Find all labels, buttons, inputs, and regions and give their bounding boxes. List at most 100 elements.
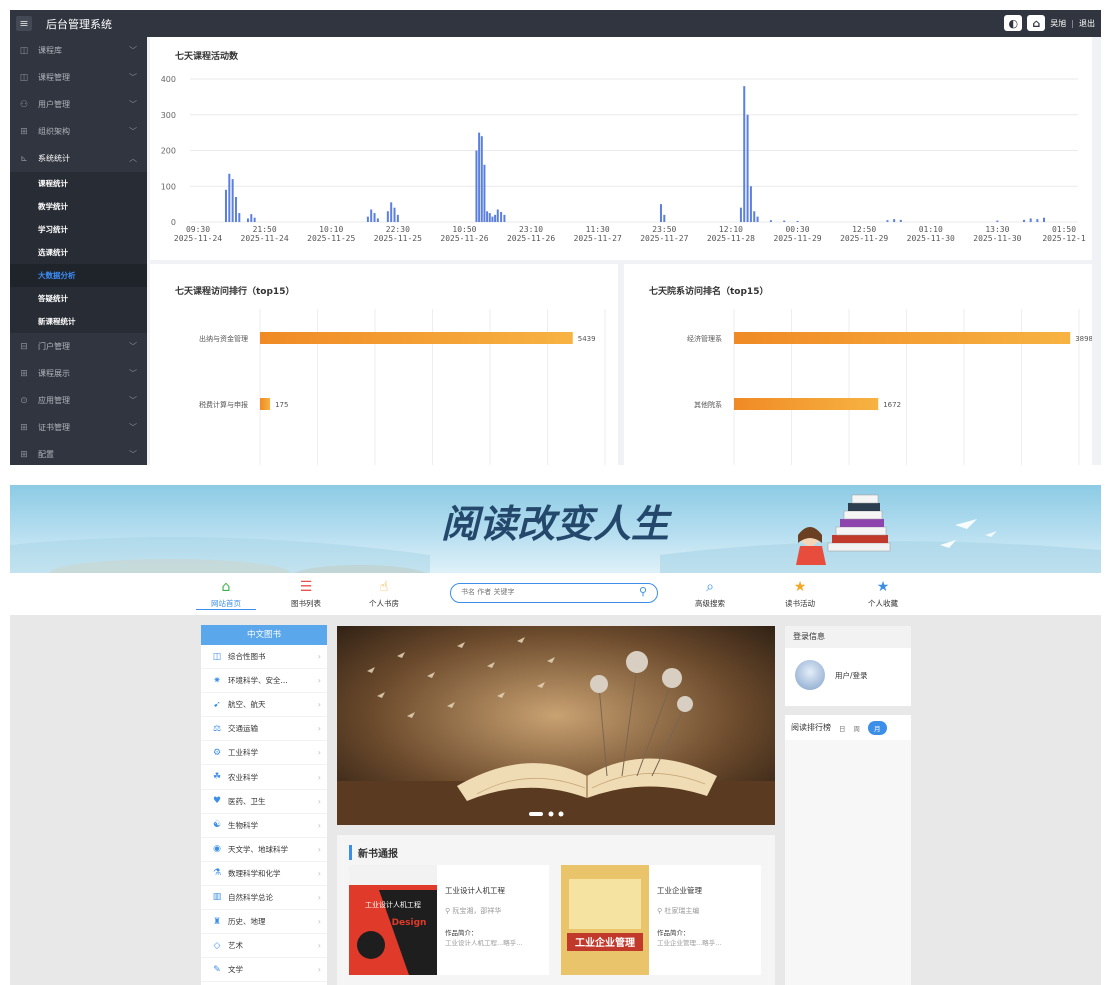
search-box[interactable]: ⚲	[450, 583, 658, 603]
activity-bar[interactable]	[769, 220, 772, 222]
activity-bar[interactable]	[1029, 218, 1032, 222]
activity-bar[interactable]	[783, 220, 786, 222]
sidebar-subitem[interactable]: 新课程统计	[10, 310, 147, 333]
category-item[interactable]: ✷ 环境科学、安全... ›	[201, 669, 327, 694]
category-header[interactable]: 中文图书	[201, 625, 327, 645]
search-icon[interactable]: ⚲	[639, 585, 647, 598]
sidebar-subitem[interactable]: 答疑统计	[10, 287, 147, 310]
sidebar-item[interactable]: ⚇ 用户管理 ﹀	[10, 91, 147, 118]
sidebar-item[interactable]: ◫ 课程库 ﹀	[10, 37, 147, 64]
activity-bar[interactable]	[996, 220, 999, 222]
sidebar-subitem[interactable]: 大数据分析	[10, 264, 147, 287]
activity-bar[interactable]	[386, 211, 389, 222]
sidebar-subitem[interactable]: 学习统计	[10, 218, 147, 241]
activity-bar[interactable]	[234, 196, 237, 222]
nav-item[interactable]: ★ 读书活动	[770, 579, 830, 609]
activity-bar[interactable]	[238, 213, 241, 222]
category-item[interactable]: ⚙ 工业科学 ›	[201, 741, 327, 766]
category-item[interactable]: ⚗ 数理科学和化学 ›	[201, 862, 327, 886]
activity-bar[interactable]	[753, 211, 756, 222]
rank-bar[interactable]	[734, 398, 879, 410]
category-item[interactable]: ✎ 文学 ›	[201, 958, 327, 983]
activity-bar[interactable]	[250, 214, 253, 222]
activity-bar[interactable]	[899, 219, 902, 222]
sidebar-item[interactable]: ⊞ 配置 ﹀	[10, 441, 147, 465]
activity-bar[interactable]	[886, 220, 889, 222]
nav-item[interactable]: ☰ 图书列表	[276, 579, 336, 609]
activity-bar[interactable]	[475, 150, 478, 223]
activity-bar[interactable]	[478, 132, 481, 222]
category-item[interactable]: ⚖ 交通运输 ›	[201, 717, 327, 742]
activity-bar[interactable]	[373, 213, 376, 222]
book-card[interactable]: 工业企业管理 工业企业管理 ⚲ 杜家瑞主编 作品简介： 工业企业管理...略乎.…	[561, 865, 761, 975]
activity-bar[interactable]	[483, 164, 486, 222]
category-item[interactable]: ◉ 天文学、地球科学 ›	[201, 838, 327, 862]
activity-bar[interactable]	[396, 214, 399, 222]
ranking-tab[interactable]: 日	[839, 723, 846, 733]
category-item[interactable]: ▥ 自然科学总论 ›	[201, 886, 327, 911]
book-cover[interactable]: 工业设计人机工程 Design	[349, 865, 437, 975]
category-item[interactable]: ☯ 生物科学 ›	[201, 814, 327, 838]
book-card[interactable]: 工业设计人机工程 Design 工业设计人机工程 ⚲ 阮宝湘，邵祥华 作品简介：…	[349, 865, 549, 975]
rank-bar[interactable]	[260, 332, 573, 344]
activity-bar[interactable]	[893, 219, 896, 222]
category-item[interactable]: ➹ 航空、航天 ›	[201, 693, 327, 718]
sidebar-item[interactable]: ◫ 课程管理 ﹀	[10, 64, 147, 91]
ranking-tab[interactable]: 月	[868, 720, 887, 735]
activity-bar[interactable]	[1023, 219, 1026, 222]
activity-bar[interactable]	[746, 114, 749, 222]
theme-icon[interactable]: ◐	[1004, 15, 1023, 31]
sidebar-item[interactable]: ⊞ 课程展示 ﹀	[10, 360, 147, 387]
sidebar-subitem[interactable]: 选课统计	[10, 241, 147, 264]
activity-bar[interactable]	[494, 214, 497, 222]
carousel[interactable]	[337, 626, 775, 825]
activity-bar[interactable]	[503, 214, 506, 222]
activity-bar[interactable]	[231, 179, 234, 222]
activity-bar[interactable]	[228, 173, 231, 222]
user-name[interactable]: 吴旭	[1050, 18, 1066, 29]
avatar[interactable]	[795, 660, 825, 690]
activity-bar[interactable]	[739, 207, 742, 222]
category-item[interactable]: ♜ 历史、地理 ›	[201, 910, 327, 935]
menu-toggle-icon[interactable]: ≡	[16, 16, 32, 31]
sidebar-subitem[interactable]: 教学统计	[10, 195, 147, 218]
shirt-icon[interactable]: ⌂	[1027, 15, 1046, 31]
activity-bar[interactable]	[500, 211, 503, 222]
search-input[interactable]	[461, 588, 621, 596]
carousel-dot-active[interactable]	[529, 812, 543, 816]
activity-bar[interactable]	[756, 216, 759, 222]
activity-bar[interactable]	[486, 211, 489, 222]
nav-item[interactable]: ★ 个人收藏	[853, 579, 913, 609]
book-cover[interactable]: 工业企业管理	[561, 865, 649, 975]
sidebar-item[interactable]: ⊾ 系统统计 ︿	[10, 145, 147, 172]
carousel-dot[interactable]	[558, 811, 564, 817]
rank-bar[interactable]	[734, 332, 1071, 344]
sidebar-item[interactable]: ⊞ 证书管理 ﹀	[10, 414, 147, 441]
activity-bar[interactable]	[749, 186, 752, 222]
book-title[interactable]: 工业设计人机工程	[445, 885, 505, 896]
category-item[interactable]: ☘ 农业科学 ›	[201, 765, 327, 790]
rank-bar[interactable]	[260, 398, 271, 410]
activity-bar[interactable]	[1036, 219, 1039, 222]
sidebar-item[interactable]: ⊞ 组织架构 ﹀	[10, 118, 147, 145]
activity-bar[interactable]	[488, 213, 491, 222]
activity-bar[interactable]	[1043, 217, 1046, 222]
activity-bar[interactable]	[246, 218, 249, 222]
activity-bar[interactable]	[393, 207, 396, 222]
category-item[interactable]: ♥ 医药、卫生 ›	[201, 790, 327, 814]
nav-item[interactable]: ⌂ 网站首页	[196, 579, 256, 610]
activity-bar[interactable]	[491, 216, 494, 222]
activity-bar[interactable]	[390, 202, 393, 222]
category-item[interactable]: ◫ 综合性图书 ›	[201, 645, 327, 670]
activity-bar[interactable]	[370, 209, 373, 222]
activity-bar[interactable]	[796, 220, 799, 222]
ranking-tab[interactable]: 周	[854, 723, 861, 733]
sidebar-item[interactable]: ⊟ 门户管理 ﹀	[10, 333, 147, 360]
book-title[interactable]: 工业企业管理	[657, 885, 702, 896]
activity-bar[interactable]	[659, 204, 662, 222]
carousel-dot[interactable]	[548, 811, 554, 817]
activity-bar[interactable]	[376, 218, 379, 222]
sidebar-subitem[interactable]: 课程统计	[10, 172, 147, 195]
login-link[interactable]: 用户/登录	[835, 670, 868, 681]
activity-bar[interactable]	[496, 209, 499, 222]
